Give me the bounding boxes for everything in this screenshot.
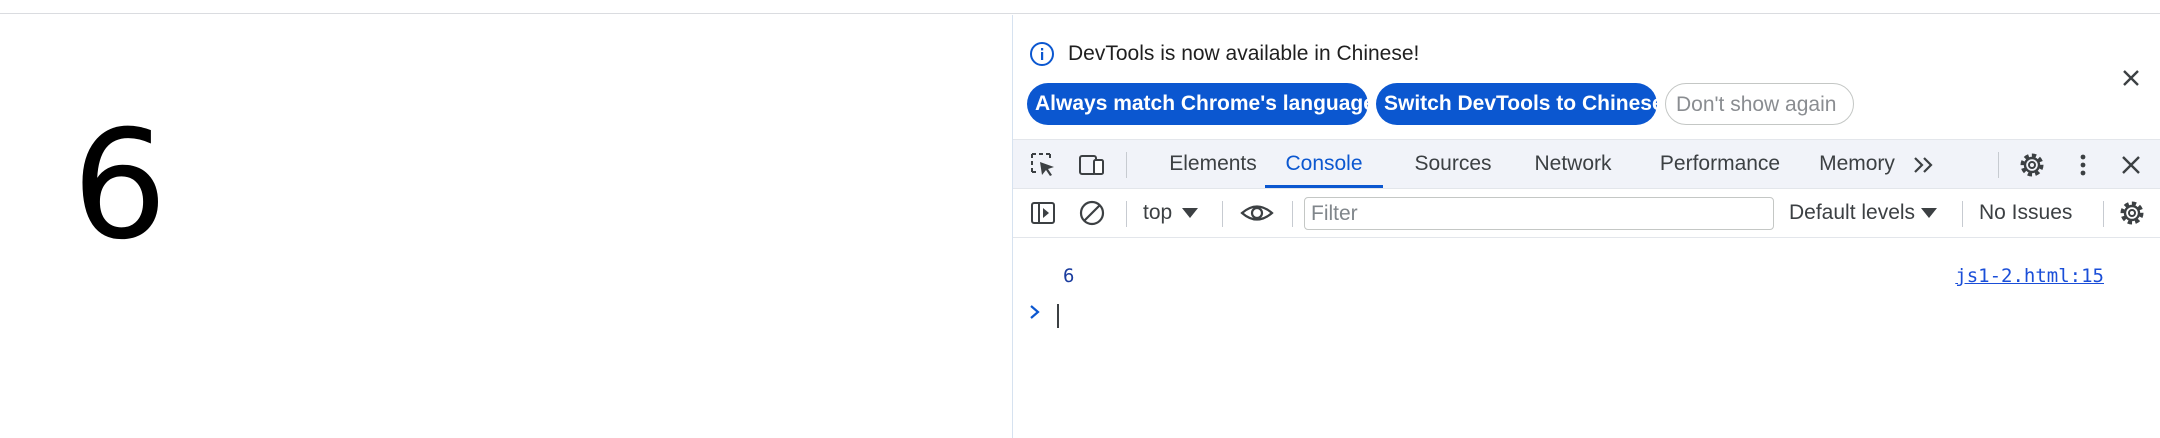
settings-gear-icon[interactable] [2017, 150, 2047, 180]
devtools-tab-bar: Elements Console Sources Network Perform… [1013, 139, 2160, 189]
tab-elements[interactable]: Elements [1153, 140, 1273, 188]
clear-console-icon[interactable] [1077, 198, 1107, 228]
toolbar-divider [1222, 201, 1223, 227]
toolbar-divider [1292, 201, 1293, 227]
log-levels-dropdown[interactable]: Default levels [1789, 189, 1938, 237]
console-prompt-chevron-icon [1030, 305, 1040, 319]
console-input-caret[interactable] [1057, 304, 1059, 328]
tab-network[interactable]: Network [1513, 140, 1633, 188]
browser-top-border [0, 0, 2160, 14]
tab-performance[interactable]: Performance [1635, 140, 1805, 188]
issues-counter-button[interactable]: No Issues [1979, 189, 2072, 237]
toolbar-divider [1126, 152, 1127, 178]
toolbar-divider [1998, 152, 1999, 178]
console-toolbar: top Default levels No Issues [1013, 189, 2160, 238]
console-filter-input[interactable] [1304, 197, 1774, 230]
tab-sources[interactable]: Sources [1393, 140, 1513, 188]
infobar-message: DevTools is now available in Chinese! [1068, 42, 1420, 65]
info-icon [1030, 42, 1054, 66]
more-tabs-chevron-icon[interactable] [1909, 150, 1939, 180]
live-expression-eye-icon[interactable] [1239, 198, 1275, 228]
log-levels-label: Default levels [1789, 201, 1916, 224]
always-match-language-button[interactable]: Always match Chrome's language [1027, 83, 1375, 125]
execution-context-label: top [1143, 201, 1173, 224]
console-settings-gear-icon[interactable] [2117, 198, 2147, 228]
chevron-down-icon [1182, 208, 1199, 219]
toolbar-divider [1962, 201, 1963, 227]
switch-to-chinese-button[interactable]: Switch DevTools to Chinese [1376, 83, 1664, 125]
dont-show-again-button[interactable]: Don't show again [1665, 83, 1854, 125]
language-infobar: DevTools is now available in Chinese! Al… [1013, 15, 2160, 139]
tab-memory[interactable]: Memory [1805, 140, 1909, 188]
more-options-kebab-icon[interactable] [2068, 150, 2098, 180]
toolbar-divider [1126, 201, 1127, 227]
devtools-panel: DevTools is now available in Chinese! Al… [1012, 15, 2160, 438]
chevron-down-icon [1921, 208, 1938, 219]
close-devtools-icon[interactable] [2116, 150, 2146, 180]
console-log-source-link[interactable]: js1-2.html:15 [1955, 265, 2104, 287]
tab-console[interactable]: Console [1265, 140, 1383, 188]
page-viewport: 6 [0, 15, 1012, 438]
execution-context-select[interactable]: top [1143, 189, 1199, 237]
toolbar-divider [2103, 201, 2104, 227]
infobar-close-icon[interactable] [2116, 63, 2146, 93]
console-log-value: 6 [1063, 265, 1075, 287]
console-log-area: 6 js1-2.html:15 [1013, 238, 2160, 438]
device-toolbar-icon[interactable] [1076, 150, 1106, 180]
page-output-number: 6 [72, 99, 168, 273]
show-sidebar-icon[interactable] [1028, 198, 1058, 228]
inspect-element-icon[interactable] [1028, 150, 1058, 180]
